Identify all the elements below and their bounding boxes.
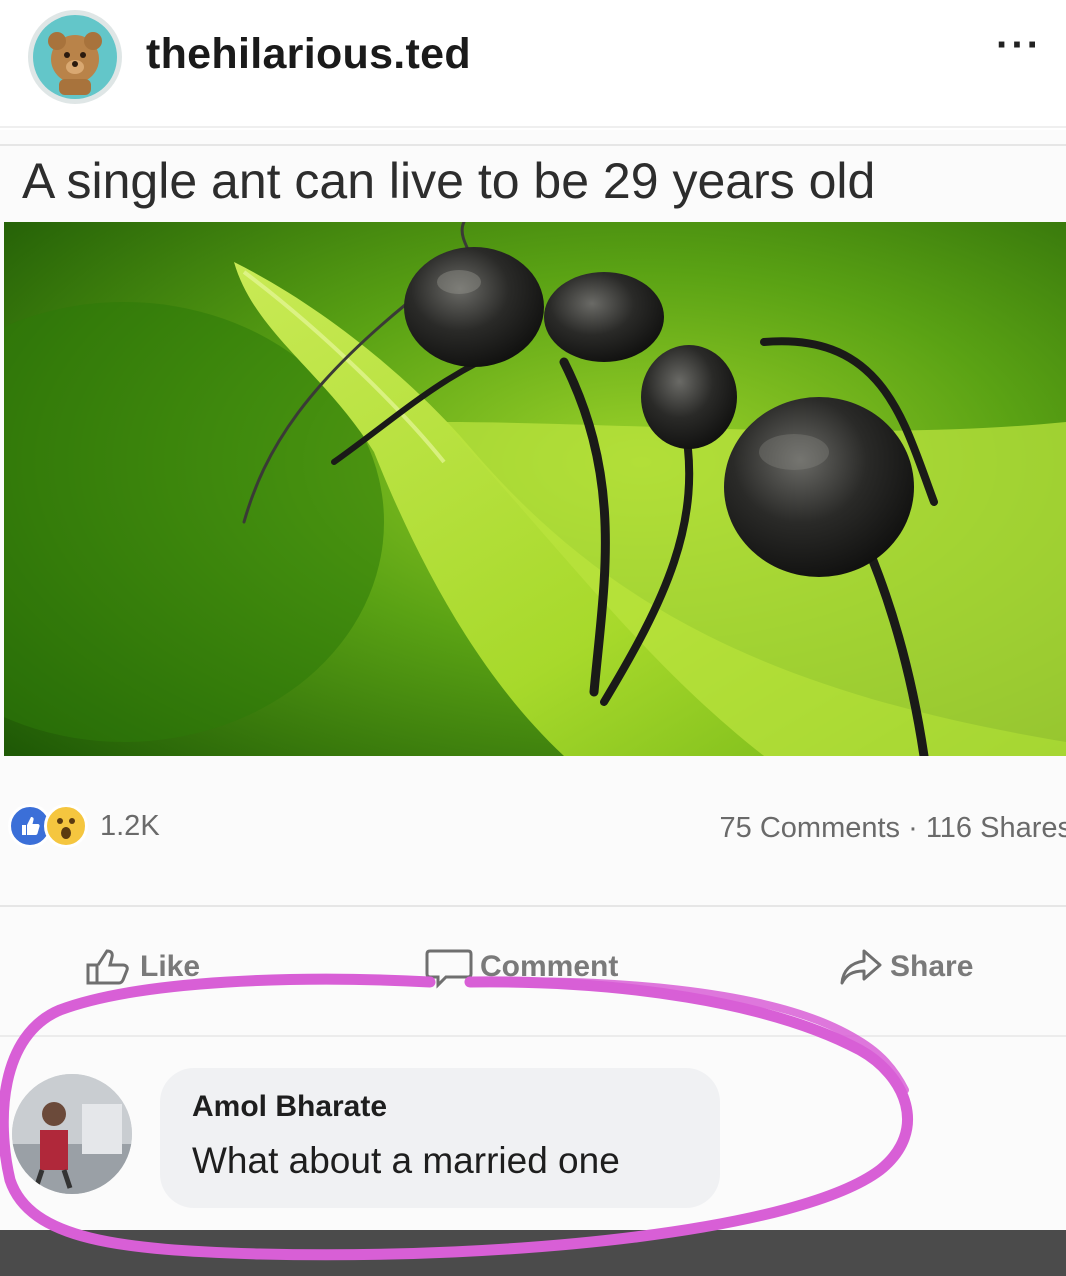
commenter-avatar[interactable]: [12, 1074, 132, 1194]
share-arrow-icon: [840, 949, 882, 985]
profile-avatar[interactable]: [28, 10, 122, 104]
share-label: Share: [890, 950, 974, 983]
comment-author[interactable]: Amol Bharate: [192, 1090, 387, 1124]
ant-photo: [4, 222, 1066, 756]
username[interactable]: thehilarious.ted: [146, 30, 471, 79]
reaction-count: 1.2K: [100, 809, 160, 842]
thumbs-up-icon: [86, 949, 129, 985]
comment-button[interactable]: Comment: [424, 942, 618, 992]
reactions-summary[interactable]: 1.2K: [8, 803, 160, 849]
comments-shares-count[interactable]: 75 Comments · 116 Shares: [720, 812, 1066, 845]
more-options-icon[interactable]: ···: [996, 25, 1042, 65]
divider: [0, 144, 1066, 146]
post-screenshot: A single ant can live to be 29 years old: [0, 130, 1066, 1276]
comment-text: What about a married one: [192, 1140, 620, 1181]
post-header: thehilarious.ted ···: [0, 0, 1066, 128]
divider: [0, 1035, 1066, 1037]
comment-label: Comment: [480, 950, 619, 983]
divider: [0, 905, 1066, 907]
comment-icon: [425, 949, 473, 989]
like-label: Like: [140, 950, 201, 983]
wow-reaction-icon: [44, 804, 88, 848]
comment-bubble: Amol Bharate What about a married one: [160, 1068, 720, 1208]
like-button[interactable]: Like: [84, 942, 200, 992]
share-button[interactable]: Share: [838, 942, 973, 992]
post-caption: A single ant can live to be 29 years old: [22, 153, 876, 209]
bottom-bar: [0, 1230, 1066, 1276]
teddy-bear-icon: [33, 15, 117, 99]
